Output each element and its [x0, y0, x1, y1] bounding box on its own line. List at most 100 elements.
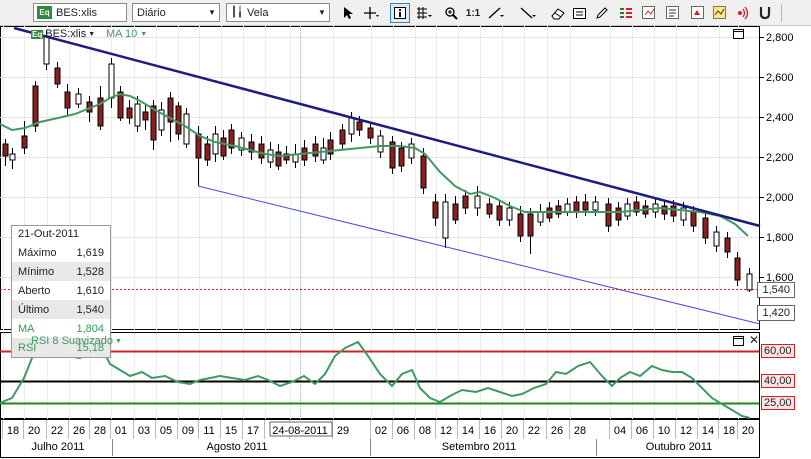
price-axis-label: 2,000	[766, 192, 794, 204]
candle-body-down	[142, 111, 149, 121]
candle-body-down	[615, 207, 622, 221]
candle-body-up	[506, 207, 513, 221]
candle-body-down	[486, 203, 493, 215]
candle-body-up	[212, 133, 219, 155]
sound-icon[interactable]	[733, 3, 753, 23]
candle-body-up	[9, 153, 16, 161]
time-axis-day-label: 28	[574, 425, 586, 437]
alerts-icon[interactable]	[688, 3, 708, 23]
candle-body-down	[117, 91, 124, 119]
time-axis-month-label: Outubro 2011	[646, 441, 712, 453]
candle-body-up	[442, 201, 449, 239]
symbol-value: BES:xlis	[56, 6, 97, 19]
time-axis-day-label: 22	[51, 425, 63, 437]
trendline-icon[interactable]	[486, 3, 506, 23]
candle-body-down	[339, 129, 346, 145]
candle-body-up	[43, 35, 50, 65]
candle-body-down	[32, 85, 39, 127]
time-axis-day-label: 14	[462, 425, 474, 437]
time-axis-day-label: 26	[551, 425, 563, 437]
candle-body-up	[377, 135, 384, 153]
data-row-open: Aberto 1,610	[18, 284, 104, 297]
candle-body-down	[517, 213, 524, 237]
chevron-down-icon: ▼	[88, 30, 96, 38]
rsi-level-upper: 60,00	[761, 344, 795, 358]
maximize-main-button[interactable]	[733, 29, 744, 39]
candle-body-up	[537, 211, 544, 223]
candle-body-up	[75, 93, 82, 105]
ma-label-text: MA 10	[106, 28, 138, 40]
one-to-one-icon[interactable]: 1:1	[463, 3, 483, 23]
chart-canvas[interactable]: 2,8002,6002,4002,2002,0001,8001,60018 20 2…	[0, 26, 811, 459]
candle-body-down	[661, 205, 668, 215]
candle-body-up	[624, 203, 631, 217]
crosshair-date-label: 24-08-2011	[272, 425, 327, 437]
time-axis-day-label: 06	[397, 425, 409, 437]
time-axis-day-label: 03	[138, 425, 150, 437]
candle-body-up	[134, 103, 141, 127]
time-axis-day-label: 12	[680, 425, 692, 437]
candle-body-down	[64, 91, 71, 109]
time-axis-day-label: 18	[723, 425, 735, 437]
indicators-icon[interactable]	[616, 3, 636, 23]
candle-body-up	[408, 143, 415, 159]
grid-icon[interactable]	[414, 3, 434, 23]
crosshair-price-tag: 1,420	[757, 305, 795, 321]
time-axis-day-label: 29	[337, 425, 349, 437]
time-axis-day-label: 17	[247, 425, 259, 437]
rsi-label-text: RSI 8 Suavizado	[31, 335, 113, 347]
candle-body-down	[195, 133, 202, 159]
time-axis-month-label: Julho 2011	[31, 441, 84, 453]
chevron-down-icon: ▼	[114, 337, 122, 345]
time-axis-day-label: 26	[73, 425, 85, 437]
time-axis-day-label: 20	[742, 425, 754, 437]
news-icon[interactable]	[663, 3, 683, 23]
properties-icon[interactable]	[570, 3, 590, 23]
candle-body-down	[496, 205, 503, 221]
time-axis-month-label: Setembro 2011	[442, 441, 516, 453]
cursor-arrow-icon[interactable]	[338, 3, 358, 23]
symbol-combo[interactable]: Eq BES:xlis	[33, 3, 127, 22]
candle-body-down	[126, 107, 133, 119]
chart-style-value: Vela	[247, 6, 269, 19]
candle-body-up	[592, 201, 599, 211]
candle-body-down	[420, 155, 427, 189]
candle-body-down	[702, 217, 709, 239]
candle-body-down	[367, 127, 374, 139]
close-icon[interactable]: ✕	[749, 334, 759, 346]
candle-body-down	[690, 211, 697, 227]
chevron-down-icon: ▼	[318, 8, 326, 17]
candle	[389, 136, 396, 174]
time-axis-day-label: 04	[614, 425, 626, 437]
candle-body-up	[746, 273, 753, 291]
info-icon[interactable]	[390, 3, 410, 23]
chart-symbol-label[interactable]: Eq BES:xlis ▼	[31, 28, 95, 40]
candle-icon: ┃╽	[231, 7, 244, 18]
price-axis-label: 2,600	[766, 72, 794, 84]
ma-indicator-label[interactable]: MA 10 ▼	[106, 28, 147, 40]
time-axis-day-label: 09	[182, 425, 194, 437]
rsi-indicator-label[interactable]: RSI 8 Suavizado ▼	[31, 335, 122, 347]
candle-body-down	[582, 201, 589, 211]
time-axis-day-label: 20	[506, 425, 518, 437]
pencil-icon[interactable]	[592, 3, 612, 23]
maximize-rsi-button[interactable]	[733, 336, 744, 346]
price-axis-label: 2,400	[766, 112, 794, 124]
candle-body-down	[356, 121, 363, 131]
crosshair-icon[interactable]	[361, 3, 381, 23]
candle-body-down	[175, 105, 182, 135]
data-window-date: 21-Out-2011	[18, 228, 79, 240]
time-axis-day-label: 12	[440, 425, 452, 437]
magnet-icon[interactable]	[755, 3, 775, 23]
zoom-icon[interactable]	[441, 3, 461, 23]
add-chart-icon[interactable]	[639, 3, 659, 23]
chart-template-icon[interactable]	[710, 3, 730, 23]
line-icon[interactable]	[518, 3, 538, 23]
candle-body-down	[605, 203, 612, 227]
period-select[interactable]: Diário ▼	[132, 3, 220, 22]
chart-style-select[interactable]: ┃╽ Vela ▼	[226, 3, 330, 22]
equity-icon: Eq	[37, 6, 52, 19]
candle-body-down	[2, 143, 9, 157]
time-axis-day-label: 11	[203, 425, 214, 437]
eraser-icon[interactable]	[548, 3, 568, 23]
